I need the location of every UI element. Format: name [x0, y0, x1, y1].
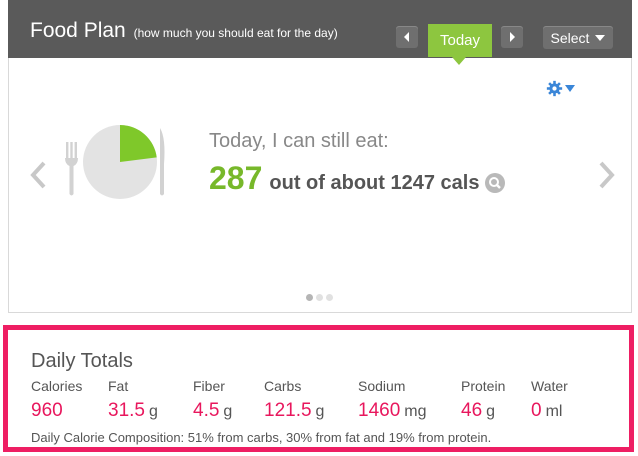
total-unit: g — [486, 403, 496, 420]
carousel-dot[interactable] — [326, 294, 333, 301]
total-value: 960 — [31, 400, 63, 421]
chevron-right-icon — [510, 32, 515, 42]
today-pointer — [452, 57, 466, 65]
total-unit: mg — [404, 403, 427, 420]
caret-down-icon — [565, 84, 575, 92]
calories-total-text: out of about 1247 cals — [269, 172, 480, 194]
total-label: Carbs — [264, 378, 302, 394]
calories-remaining-value: 287 — [209, 160, 263, 196]
fork-icon — [65, 142, 78, 196]
remaining-headline: Today, I can still eat: — [209, 130, 389, 152]
title-text: Food Plan — [30, 19, 126, 42]
calorie-composition: Daily Calorie Composition: 51% from carb… — [31, 430, 492, 445]
total-value: 121.5 — [264, 400, 312, 421]
daily-totals-title: Daily Totals — [31, 350, 133, 372]
total-value: 1460 — [358, 400, 401, 421]
daily-totals-box: Daily Totals Calories 960 Fat 31.5 g Fibe… — [3, 325, 634, 452]
page-title: Food Plan (how much you should eat for t… — [30, 19, 338, 43]
total-label: Fat — [108, 378, 129, 394]
total-unit: ml — [545, 403, 563, 420]
chevron-left-icon — [404, 32, 409, 42]
total-label: Sodium — [358, 378, 406, 394]
total-label: Fiber — [193, 378, 225, 394]
total-value: 46 — [461, 400, 483, 421]
total-protein: Protein 46 g — [461, 378, 505, 422]
total-calories: Calories 960 — [31, 378, 82, 422]
total-value: 0 — [531, 400, 542, 421]
total-sodium: Sodium 1460 mg — [358, 378, 427, 422]
calories-remaining-line: 287 out of about 1247 cals — [209, 160, 506, 197]
total-label: Protein — [461, 378, 506, 394]
title-subtitle: (how much you should eat for the day) — [133, 26, 338, 40]
total-label: Water — [531, 378, 568, 394]
next-day-button[interactable] — [501, 26, 523, 48]
settings-menu[interactable] — [546, 79, 580, 97]
total-carbs: Carbs 121.5 g — [264, 378, 324, 422]
total-value: 4.5 — [193, 400, 220, 421]
previous-day-button[interactable] — [396, 26, 418, 48]
select-label: Select — [550, 29, 590, 46]
chevron-down-icon — [595, 34, 606, 41]
magnifier-icon[interactable] — [485, 172, 506, 193]
today-button[interactable]: Today — [428, 24, 492, 57]
total-value: 31.5 — [108, 400, 145, 421]
select-dropdown[interactable]: Select — [543, 26, 613, 49]
knife-icon — [160, 128, 165, 196]
carousel-next-arrow-icon[interactable] — [597, 160, 617, 190]
plate-illustration — [65, 125, 165, 199]
gear-icon — [546, 80, 563, 96]
plate-eaten-slice — [120, 125, 157, 162]
carousel-prev-arrow-icon[interactable] — [28, 160, 48, 190]
total-fat: Fat 31.5 g — [108, 378, 158, 422]
total-unit: g — [223, 403, 233, 420]
food-plan-header: Food Plan (how much you should eat for t… — [8, 0, 632, 58]
carousel-dots — [306, 294, 333, 301]
total-unit: g — [315, 403, 325, 420]
total-water: Water 0 ml — [531, 378, 568, 422]
total-label: Calories — [31, 378, 83, 394]
carousel-dot[interactable] — [316, 294, 323, 301]
total-fiber: Fiber 4.5 g — [193, 378, 232, 422]
carousel-dot[interactable] — [306, 294, 313, 301]
total-unit: g — [148, 403, 158, 420]
